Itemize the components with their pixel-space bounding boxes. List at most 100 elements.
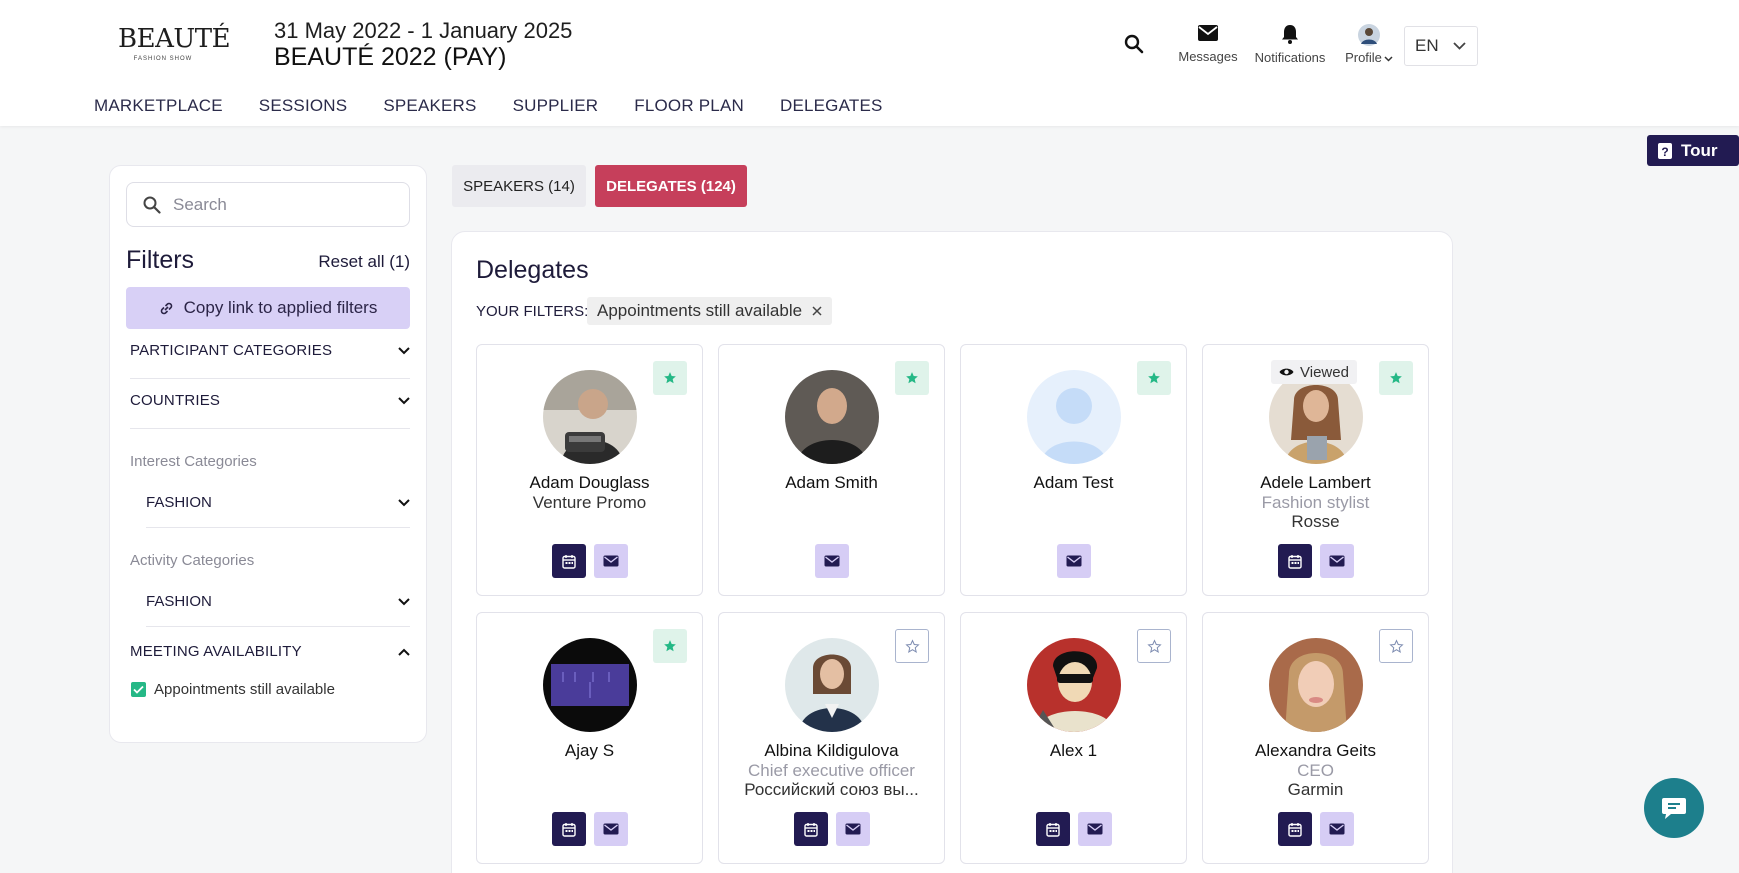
- nav-floor-plan[interactable]: FLOOR PLAN: [634, 96, 744, 116]
- schedule-meeting-button[interactable]: [1277, 544, 1312, 578]
- checkmark-icon: [133, 685, 144, 694]
- send-message-button[interactable]: [593, 812, 628, 846]
- filter-activity-fashion[interactable]: FASHION: [146, 593, 410, 610]
- favorite-toggle[interactable]: [1137, 629, 1171, 663]
- filter-chip[interactable]: Appointments still available: [587, 297, 833, 325]
- messages-button[interactable]: Messages: [1178, 24, 1238, 64]
- delegate-card[interactable]: Adam Douglass Venture Promo: [476, 344, 703, 596]
- schedule-meeting-button[interactable]: [551, 544, 586, 578]
- schedule-meeting-button[interactable]: [1035, 812, 1070, 846]
- schedule-meeting-button[interactable]: [1277, 812, 1312, 846]
- your-filters-label: YOUR FILTERS:: [476, 303, 589, 320]
- interest-categories-heading: Interest Categories: [130, 453, 257, 470]
- send-message-button[interactable]: [1077, 812, 1112, 846]
- link-icon: [160, 302, 172, 314]
- delegate-role: CEO: [1297, 761, 1334, 780]
- calendar-icon: [561, 554, 576, 569]
- filters-sidebar: Filters Reset all (1) Copy link to appli…: [109, 165, 427, 743]
- filters-title: Filters: [126, 246, 195, 274]
- filter-meeting-availability[interactable]: MEETING AVAILABILITY: [130, 643, 410, 660]
- delegate-role: Fashion stylist: [1261, 493, 1370, 512]
- delegate-card[interactable]: Alex 1: [960, 612, 1187, 864]
- envelope-icon: [1066, 555, 1081, 567]
- logo-subtitle: FASHION SHOW: [133, 56, 193, 62]
- favorite-toggle[interactable]: [895, 629, 929, 663]
- delegate-card[interactable]: Alexandra Geits CEO Garmin: [1202, 612, 1429, 864]
- favorite-toggle[interactable]: [1137, 361, 1171, 395]
- delegate-card[interactable]: Adam Smith: [718, 344, 945, 596]
- favorite-toggle[interactable]: [653, 629, 687, 663]
- divider: [146, 527, 410, 528]
- tab-speakers[interactable]: SPEAKERS (14): [452, 165, 586, 207]
- event-logo[interactable]: BEAUTÉ FASHION SHOW: [118, 24, 231, 68]
- notifications-button[interactable]: Notifications: [1250, 24, 1330, 65]
- nav-marketplace[interactable]: MARKETPLACE: [94, 96, 223, 116]
- star-outline-icon: [1146, 638, 1162, 653]
- page-title: Delegates: [476, 256, 589, 284]
- reset-all-link[interactable]: Reset all (1): [318, 252, 410, 272]
- send-message-button[interactable]: [1319, 544, 1354, 578]
- avatar: [1027, 638, 1121, 732]
- envelope-icon: [603, 823, 618, 835]
- tour-label: Tour: [1681, 140, 1718, 160]
- calendar-icon: [1287, 554, 1302, 569]
- chevron-down-icon: [398, 498, 410, 506]
- search-button[interactable]: [1124, 34, 1144, 54]
- send-message-button[interactable]: [814, 544, 849, 578]
- tour-button[interactable]: ? Tour: [1647, 135, 1739, 166]
- chat-launcher-button[interactable]: [1644, 778, 1704, 838]
- send-message-button[interactable]: [1319, 812, 1354, 846]
- main-nav: MARKETPLACE SESSIONS SPEAKERS SUPPLIER F…: [94, 96, 919, 116]
- profile-menu[interactable]: Profile: [1342, 24, 1396, 65]
- delegate-card[interactable]: Viewed Adele Lambert Fashion stylist Ros…: [1202, 344, 1429, 596]
- star-icon: [664, 640, 676, 652]
- avatar: [785, 638, 879, 732]
- card-actions: [961, 812, 1186, 846]
- avatar: [543, 370, 637, 464]
- copy-filters-link-button[interactable]: Copy link to applied filters: [126, 287, 410, 329]
- schedule-meeting-button[interactable]: [793, 812, 828, 846]
- search-box[interactable]: [126, 182, 410, 227]
- appointments-checkbox-row[interactable]: Appointments still available: [131, 681, 335, 698]
- star-icon: [1148, 372, 1160, 384]
- schedule-meeting-button[interactable]: [551, 812, 586, 846]
- card-actions: [961, 544, 1186, 578]
- language-select[interactable]: EN: [1404, 26, 1478, 66]
- close-icon[interactable]: [812, 306, 822, 316]
- favorite-toggle[interactable]: [653, 361, 687, 395]
- filter-participant-categories[interactable]: PARTICIPANT CATEGORIES: [130, 342, 410, 359]
- delegate-name: Adele Lambert: [1260, 473, 1371, 492]
- favorite-toggle[interactable]: [895, 361, 929, 395]
- chevron-down-icon: [398, 597, 410, 605]
- card-actions: [719, 812, 944, 846]
- chevron-down-icon: [398, 346, 410, 354]
- nav-sessions[interactable]: SESSIONS: [259, 96, 348, 116]
- nav-speakers[interactable]: SPEAKERS: [383, 96, 476, 116]
- favorite-toggle[interactable]: [1379, 361, 1413, 395]
- envelope-icon: [1198, 25, 1218, 41]
- filter-countries[interactable]: COUNTRIES: [130, 392, 410, 409]
- calendar-icon: [1045, 822, 1060, 837]
- activity-fashion-label: FASHION: [146, 593, 212, 610]
- nav-delegates[interactable]: DELEGATES: [780, 96, 883, 116]
- delegate-name: Alexandra Geits: [1255, 741, 1376, 760]
- delegate-company: Rosse: [1291, 512, 1340, 531]
- nav-supplier[interactable]: SUPPLIER: [513, 96, 599, 116]
- appointments-checkbox[interactable]: [131, 682, 146, 697]
- delegate-card[interactable]: Albina Kildigulova Chief executive offic…: [718, 612, 945, 864]
- star-outline-icon: [1388, 638, 1404, 653]
- avatar: [1269, 638, 1363, 732]
- delegate-card[interactable]: Ajay S: [476, 612, 703, 864]
- send-message-button[interactable]: [593, 544, 628, 578]
- filter-interest-fashion[interactable]: FASHION: [146, 494, 410, 511]
- profile-label: Profile: [1345, 50, 1382, 65]
- favorite-toggle[interactable]: [1379, 629, 1413, 663]
- send-message-button[interactable]: [1056, 544, 1091, 578]
- tab-delegates[interactable]: DELEGATES (124): [595, 165, 747, 207]
- search-input[interactable]: [173, 194, 393, 215]
- chevron-down-icon: [1384, 56, 1393, 62]
- delegate-card[interactable]: Adam Test: [960, 344, 1187, 596]
- profile-avatar: [1358, 24, 1380, 46]
- send-message-button[interactable]: [835, 812, 870, 846]
- avatar-placeholder: [1027, 370, 1121, 464]
